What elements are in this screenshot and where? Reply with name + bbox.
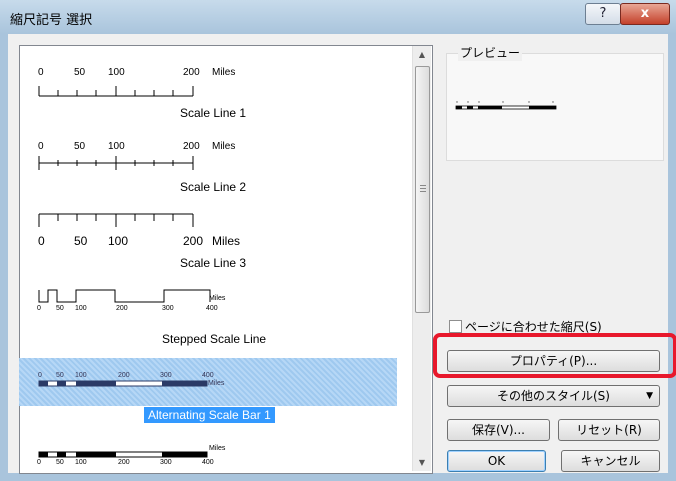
tick-label: 300 (160, 372, 172, 379)
tick-label: 0 (37, 305, 41, 312)
dropdown-arrow-icon: ▼ (646, 391, 653, 401)
scale-line-graphic (38, 86, 194, 97)
tick-label: 100 (108, 234, 129, 248)
reset-button[interactable]: リセット(R) (558, 419, 660, 441)
tick-label: 50 (74, 141, 86, 152)
list-item-label: Scale Line 2 (180, 180, 247, 194)
tick-label: 50 (56, 305, 64, 312)
scale-line-graphic (38, 213, 194, 227)
annotation-highlight (433, 333, 676, 378)
cancel-button-label: キャンセル (580, 454, 641, 468)
cancel-button[interactable]: キャンセル (561, 450, 660, 472)
save-button[interactable]: 保存(V)... (447, 419, 550, 441)
scale-line-graphic (38, 289, 211, 303)
tick-label: Miles (212, 234, 241, 248)
tick-label: Miles (212, 141, 236, 152)
tick-label: 100 (108, 67, 125, 78)
preview-scale-bar (455, 101, 557, 110)
tick-label: 400 (202, 372, 214, 379)
tick-label: 400 (202, 459, 214, 466)
tick-label: 200 (118, 372, 130, 379)
scale-line-graphic (38, 156, 194, 170)
preview-pane (446, 53, 664, 161)
tick-label: 0 (38, 67, 44, 78)
close-button[interactable]: x (620, 3, 670, 25)
tick-label: Miles (209, 445, 226, 452)
grip-line (420, 188, 426, 189)
preview-label: プレビュー (458, 44, 523, 61)
tick-label: 50 (56, 372, 64, 379)
tick-label: 400 (206, 305, 218, 312)
tick-label: 200 (183, 141, 200, 152)
list-item-label: Scale Line 3 (180, 256, 247, 270)
tick-label: Miles (212, 67, 236, 78)
tick-label: 300 (162, 305, 174, 312)
ok-button-label: OK (487, 454, 506, 468)
tick-label: 100 (108, 141, 125, 152)
tick-label: 50 (56, 459, 64, 466)
scroll-down-icon[interactable]: ▼ (413, 454, 431, 471)
more-styles-button[interactable]: その他のスタイル(S) ▼ (447, 385, 660, 407)
title-bar: 縮尺記号 選択 ? x (0, 0, 676, 34)
more-styles-label: その他のスタイル(S) (497, 389, 610, 403)
tick-label: Miles (209, 295, 226, 302)
window-title: 縮尺記号 選択 (10, 13, 93, 28)
tick-label: 100 (75, 459, 87, 466)
list-item-label-selected: Alternating Scale Bar 1 (144, 407, 275, 423)
tick-label: 100 (75, 372, 87, 379)
ok-button[interactable]: OK (447, 450, 546, 472)
tick-label: 300 (160, 459, 172, 466)
tick-label: 0 (38, 372, 42, 379)
tick-label: 0 (38, 141, 44, 152)
tick-label: 200 (183, 234, 204, 248)
tick-label: 200 (116, 305, 128, 312)
scroll-up-icon[interactable]: ▲ (413, 46, 431, 63)
tick-label: 50 (74, 67, 86, 78)
tick-label: 200 (118, 459, 130, 466)
list-item-label: Stepped Scale Line (162, 332, 267, 346)
help-button[interactable]: ? (585, 3, 621, 25)
tick-label: 50 (74, 234, 88, 248)
scale-bar-graphic (38, 451, 208, 458)
grip-line (420, 191, 426, 192)
reset-button-label: リセット(R) (576, 423, 642, 437)
tick-label: 0 (38, 234, 45, 248)
tick-label: 200 (183, 67, 200, 78)
scale-bar-graphic (38, 380, 208, 387)
save-button-label: 保存(V)... (471, 423, 526, 437)
fit-page-checkbox[interactable] (449, 320, 462, 333)
list-item-label: Scale Line 1 (180, 106, 247, 120)
grip-line (420, 185, 426, 186)
tick-label: 100 (75, 305, 87, 312)
list-scrollbar[interactable]: ▲ ▼ (412, 46, 431, 471)
tick-label: 0 (37, 459, 41, 466)
scroll-thumb[interactable] (415, 66, 430, 313)
